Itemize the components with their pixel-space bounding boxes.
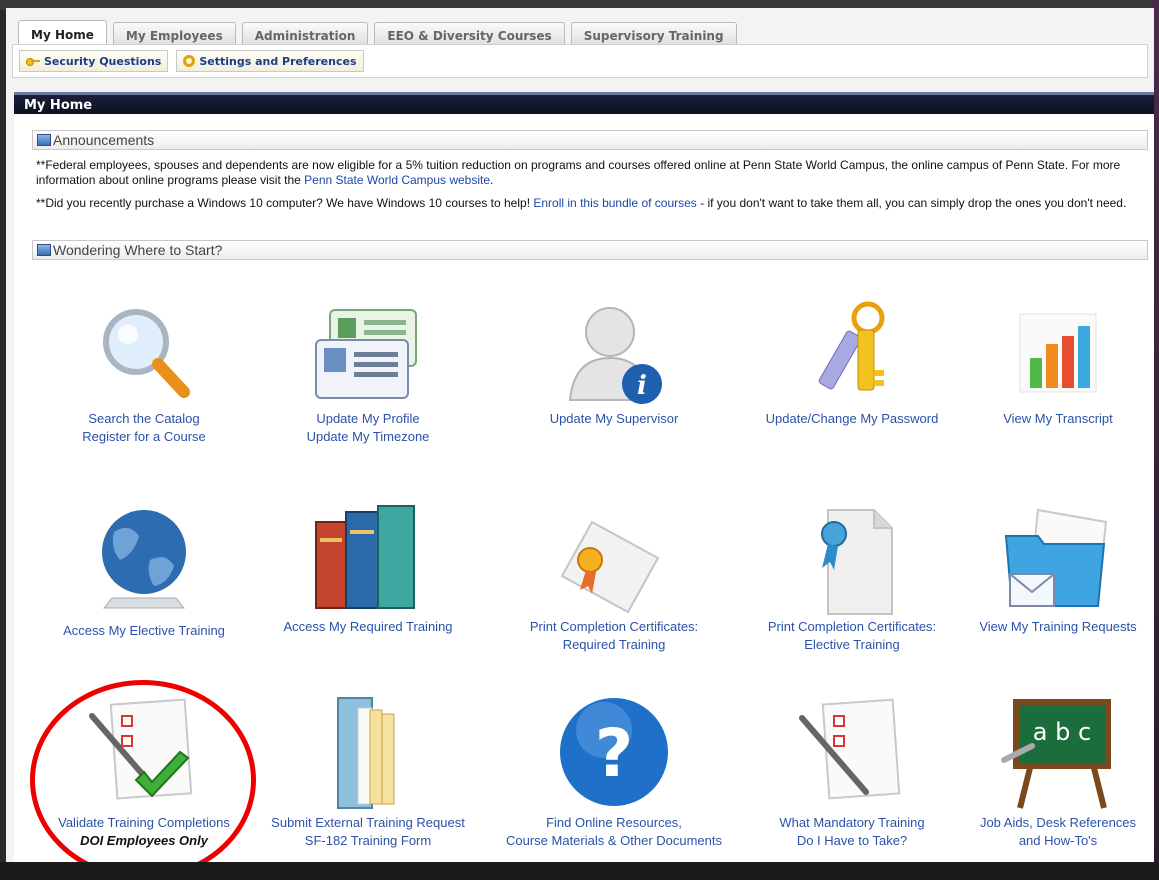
announcement-2: **Did you recently purchase a Windows 10… [36,196,1146,211]
tile-search-catalog[interactable]: Search the Catalog Register for a Course [34,300,254,446]
tile-label: Print Completion Certificates: [767,619,937,634]
tile-label: Update My Profile [316,411,420,426]
chalkboard-icon: a b c [1001,699,1111,809]
svg-text:a b c: a b c [1033,718,1091,746]
svg-text:?: ? [595,715,633,792]
bar-chart-icon [1019,313,1097,393]
start-title: Wondering Where to Start? [53,242,223,258]
sub-navigation: Security Questions Settings and Preferen… [12,44,1148,78]
window-frame-bottom [0,862,1159,880]
page: My Home My Employees Administration EEO … [6,8,1154,864]
enroll-bundle-link[interactable]: Enroll in this bundle of courses [533,196,696,210]
penn-state-link[interactable]: Penn State World Campus website [304,173,490,187]
checklist-pen-icon [799,698,901,800]
tile-label: Print Completion Certificates: [529,619,699,634]
folder-papers-icon [337,697,395,809]
tile-label: Elective Training [804,637,900,652]
gear-icon [183,55,196,67]
tile-update-profile[interactable]: Update My Profile Update My Timezone [258,300,478,446]
announcement-1: **Federal employees, spouses and depende… [36,158,1146,188]
settings-label: Settings and Preferences [199,54,357,68]
announcements-header[interactable]: Announcements [32,130,1148,150]
svg-text:i: i [637,371,647,401]
page-title: My Home [14,92,1154,114]
magnifier-icon [103,309,190,398]
announcement-2-text: **Did you recently purchase a Windows 10… [36,196,534,210]
tile-change-password[interactable]: Update/Change My Password [742,300,962,428]
announcement-2-end: - if you don't want to take them all, yo… [696,196,1127,210]
tile-online-resources[interactable]: ? Find Online Resources, Course Material… [504,694,724,850]
panel-icon [37,244,51,256]
tile-label: and How-To's [1018,833,1098,848]
red-circle-annotation [30,680,256,864]
tile-label: Access My Required Training [283,619,453,634]
announcement-1-text: **Federal employees, spouses and depende… [36,158,1121,187]
tile-label: Register for a Course [82,429,206,444]
tile-cert-elective[interactable]: Print Completion Certificates: Elective … [742,506,962,654]
tile-label: Do I Have to Take? [796,833,908,848]
tile-label: Update My Supervisor [549,411,679,426]
panel-icon [37,134,51,146]
tile-view-transcript[interactable]: View My Transcript [948,300,1154,428]
tile-external-training[interactable]: Submit External Training Request SF-182 … [258,694,478,850]
tile-label: Access My Elective Training [63,623,225,638]
folder-mail-icon [1004,508,1108,607]
tile-label: Find Online Resources, [546,815,682,830]
tile-label: View My Transcript [1003,411,1113,426]
user-info-icon: i [568,307,662,404]
tile-elective-training[interactable]: Access My Elective Training [34,502,254,640]
tile-required-training[interactable]: Access My Required Training [258,498,478,636]
tile-update-supervisor[interactable]: i Update My Supervisor [504,300,724,428]
tile-label: What Mandatory Training [779,815,925,830]
tile-label: Required Training [562,637,666,652]
tile-label: Job Aids, Desk References [979,815,1137,830]
tile-training-requests[interactable]: View My Training Requests [948,502,1154,636]
security-questions-button[interactable]: Security Questions [19,50,169,72]
start-header[interactable]: Wondering Where to Start? [32,240,1148,260]
tile-label: Search the Catalog [88,411,200,426]
tile-label: Update My Timezone [306,429,430,444]
tile-label: View My Training Requests [979,619,1137,634]
tile-label: SF-182 Training Form [304,833,432,848]
key-icon [26,57,40,66]
tile-job-aids[interactable]: a b c Job Aids, Desk References and How-… [948,696,1154,850]
question-icon: ? [560,698,668,806]
globe-icon [102,510,186,609]
tile-mandatory-training[interactable]: What Mandatory Training Do I Have to Tak… [742,696,962,850]
tile-label: Course Materials & Other Documents [505,833,723,848]
id-cards-icon [315,309,417,399]
security-questions-label: Security Questions [44,54,162,68]
announcements-title: Announcements [53,132,155,148]
settings-button[interactable]: Settings and Preferences [176,50,364,72]
certificate-page-icon [821,509,893,615]
books-icon [315,505,415,609]
tile-label: Submit External Training Request [271,815,465,830]
main-content: Announcements **Federal employees, spous… [14,114,1154,864]
tile-label: Update/Change My Password [765,411,939,426]
certificate-icon [560,520,660,614]
tile-cert-required[interactable]: Print Completion Certificates: Required … [504,506,724,654]
announcement-1-end: . [490,173,494,187]
keys-icon [818,301,885,391]
